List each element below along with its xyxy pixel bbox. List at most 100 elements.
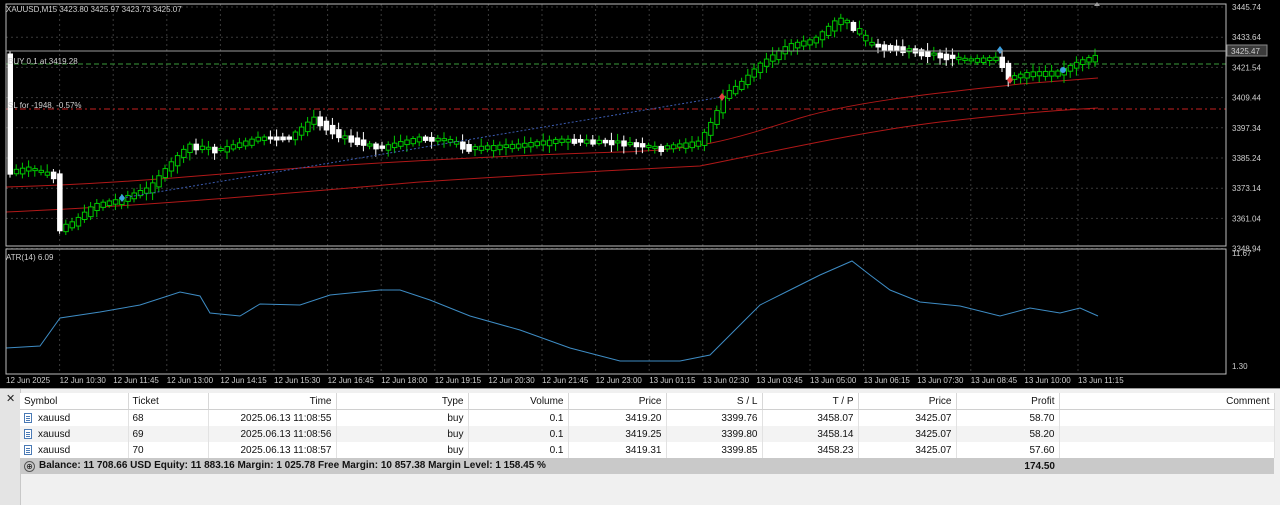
col-current-price[interactable]: Price — [858, 393, 957, 410]
candle-body — [478, 145, 485, 151]
candle-body — [385, 144, 392, 151]
summary-icon: ⊕ — [24, 461, 35, 472]
tp-cell[interactable]: 3458.14 — [762, 426, 859, 442]
table-row[interactable]: xauusd 70 2025.06.13 11:08:57 buy 0.1 34… — [20, 442, 1275, 458]
candle-body — [63, 223, 69, 233]
candle-body — [503, 144, 509, 149]
candle-body — [69, 221, 75, 229]
symbol-text: xauusd — [38, 428, 71, 440]
candle-body — [639, 143, 646, 148]
candle-body — [559, 138, 565, 143]
candle-body — [447, 138, 454, 143]
candle-body — [776, 50, 782, 61]
price-chart[interactable]: 3445.74 3433.64 3421.54 3409.44 3397.34 3385.… — [0, 0, 1280, 388]
candle-body — [261, 136, 268, 141]
tp-cell[interactable]: 3458.23 — [762, 442, 859, 458]
atr-tick-label: 11.67 — [1232, 249, 1252, 258]
type-cell: buy — [336, 426, 469, 442]
candle-body — [627, 142, 633, 146]
candle-body — [1073, 61, 1080, 69]
candle-body — [732, 85, 739, 95]
candle-body — [788, 43, 795, 52]
ticket-cell: 68 — [128, 409, 209, 426]
col-profit[interactable]: Profit — [956, 393, 1060, 410]
col-ticket[interactable]: Ticket — [128, 393, 209, 410]
candle-body — [416, 136, 423, 143]
candle-body — [150, 182, 156, 194]
trade-table: Symbol Ticket Time Type Volume Price S /… — [20, 393, 1275, 474]
col-volume[interactable]: Volume — [468, 393, 569, 410]
candle-body — [1080, 59, 1086, 65]
candle-body — [670, 144, 677, 150]
candle-body — [540, 140, 547, 146]
sl-cell[interactable]: 3399.76 — [666, 409, 763, 426]
col-tp[interactable]: T / P — [762, 393, 859, 410]
candle-body — [509, 143, 516, 150]
col-sl[interactable]: S / L — [666, 393, 763, 410]
table-row[interactable]: xauusd 69 2025.06.13 11:08:56 buy 0.1 34… — [20, 426, 1275, 442]
time-tick-label: 12 Jun 11:45 — [113, 376, 159, 385]
candle-body — [714, 110, 720, 125]
candle-body — [931, 52, 937, 56]
candle-body — [1018, 73, 1024, 79]
candle-body — [801, 40, 807, 47]
candle-body — [497, 144, 503, 151]
candle-body — [435, 137, 441, 142]
candle-body — [689, 141, 695, 149]
candle-body — [962, 57, 968, 61]
candle-body — [832, 20, 838, 32]
col-price[interactable]: Price — [568, 393, 667, 410]
candle-body — [534, 141, 540, 147]
summary-text: Balance: 11 708.66 USD Equity: 11 883.16… — [39, 460, 546, 471]
col-type[interactable]: Type — [336, 393, 469, 410]
candle-body — [441, 138, 447, 142]
candle-body — [993, 56, 999, 62]
candle-body — [429, 136, 435, 142]
chart-canvas[interactable]: 3445.74 3433.64 3421.54 3409.44 3397.34 3385.… — [0, 0, 1280, 388]
candle-body — [466, 144, 472, 152]
candle-body — [7, 53, 13, 175]
candle-body — [708, 121, 714, 136]
chart-header: XAUUSD,M15 3423.80 3425.97 3423.73 3425.… — [6, 5, 182, 14]
tp-cell[interactable]: 3458.07 — [762, 409, 859, 426]
col-symbol[interactable]: Symbol — [20, 393, 129, 410]
close-icon[interactable]: ✕ — [6, 393, 16, 404]
price-tick-label: 3445.74 — [1232, 3, 1261, 12]
candle-body — [807, 39, 813, 46]
col-comment[interactable]: Comment — [1059, 393, 1275, 410]
time-tick-label: 13 Jun 03:45 — [756, 376, 803, 385]
profit-cell: 58.70 — [956, 409, 1060, 426]
candle-body — [621, 140, 627, 147]
price-tick-label: 3409.44 — [1232, 94, 1261, 103]
candle-body — [280, 136, 286, 141]
buy-order-label: BUY 0.1 at 3419.28 — [8, 57, 78, 66]
candle-body — [156, 175, 162, 188]
candle-body — [850, 21, 857, 31]
candle-body — [633, 142, 640, 148]
price-cell: 3419.25 — [568, 426, 667, 442]
candle-body — [565, 138, 571, 143]
candle-body — [404, 139, 410, 146]
time-tick-label: 12 Jun 21:45 — [542, 376, 589, 385]
col-time[interactable]: Time — [208, 393, 337, 410]
time-tick-label: 12 Jun 19:15 — [435, 376, 482, 385]
current-price-cell: 3425.07 — [858, 409, 957, 426]
table-row[interactable]: xauusd 68 2025.06.13 11:08:55 buy 0.1 34… — [20, 409, 1275, 426]
position-marker-icon — [1060, 67, 1066, 73]
candle-body — [522, 142, 528, 148]
sl-cell[interactable]: 3399.80 — [666, 426, 763, 442]
candle-body — [974, 57, 981, 63]
type-cell: buy — [336, 442, 469, 458]
candle-body — [267, 136, 274, 140]
time-tick-label: 13 Jun 02:30 — [703, 376, 750, 385]
sl-cell[interactable]: 3399.85 — [666, 442, 763, 458]
time-tick-label: 12 Jun 16:45 — [328, 376, 375, 385]
candle-body — [943, 53, 950, 61]
candle-body — [528, 142, 534, 148]
candle-body — [968, 58, 974, 62]
candle-body — [236, 142, 243, 149]
position-icon — [24, 428, 32, 439]
candle-body — [181, 148, 187, 158]
candle-body — [174, 155, 181, 167]
candle-body — [1011, 75, 1018, 80]
